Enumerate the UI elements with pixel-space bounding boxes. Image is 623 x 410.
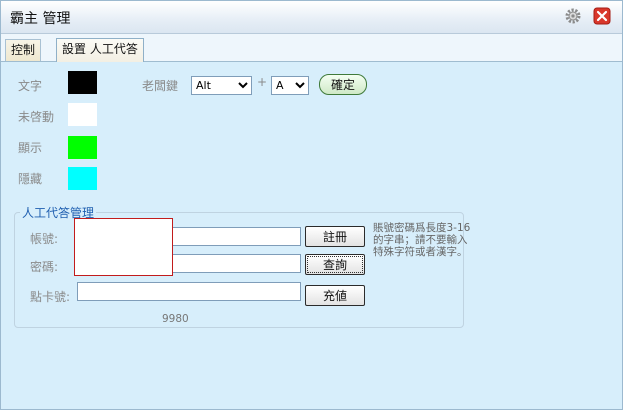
text-color-label: 文字 — [18, 79, 43, 93]
hide-color-label: 隱藏 — [18, 172, 43, 186]
inactive-color-swatch[interactable] — [68, 103, 97, 126]
tab-control[interactable]: 控制 — [5, 39, 42, 61]
card-count: 9980 — [162, 313, 189, 325]
overlay-popup — [74, 218, 173, 276]
tab-settings-manual[interactable]: 設置 人工代答 — [56, 38, 144, 62]
card-number-label: 點卡號: — [30, 290, 71, 304]
plus-sign: + — [257, 75, 268, 89]
title-bar: 霸主 管理 — [1, 1, 622, 34]
text-color-swatch[interactable] — [68, 71, 97, 94]
gear-icon[interactable] — [564, 7, 582, 25]
inactive-color-label: 未啓動 — [18, 110, 55, 124]
modifier-select[interactable]: Alt — [191, 76, 252, 95]
boss-key-label: 老闆鍵 — [142, 79, 179, 93]
close-icon[interactable] — [593, 7, 611, 25]
key-select[interactable]: A — [271, 76, 309, 95]
account-label: 帳號: — [30, 232, 59, 246]
settings-panel: 文字 未啓動 顯示 隱藏 老闆鍵 Alt + A 確定 人工代答管理 帳號: 註… — [1, 62, 622, 409]
confirm-button[interactable]: 確定 — [319, 74, 367, 95]
show-color-swatch[interactable] — [68, 136, 97, 159]
show-color-label: 顯示 — [18, 141, 43, 155]
hide-color-swatch[interactable] — [68, 167, 97, 190]
query-button[interactable]: 查詢 — [305, 254, 365, 275]
card-number-input[interactable] — [77, 282, 301, 301]
input-rules-note: 賬號密碼爲長度3-16的字串；請不要輸入特殊字符或者漢字。 — [373, 222, 471, 258]
window-title: 霸主 管理 — [10, 11, 71, 27]
register-button[interactable]: 註冊 — [305, 226, 365, 247]
app-window: 霸主 管理 控制 設置 人工代答 文字 未啓動 顯示 隱藏 老闆鍵 Alt + … — [0, 0, 623, 410]
recharge-button[interactable]: 充値 — [305, 285, 365, 306]
password-label: 密碼: — [30, 260, 59, 274]
tab-strip: 控制 設置 人工代答 — [1, 34, 622, 62]
